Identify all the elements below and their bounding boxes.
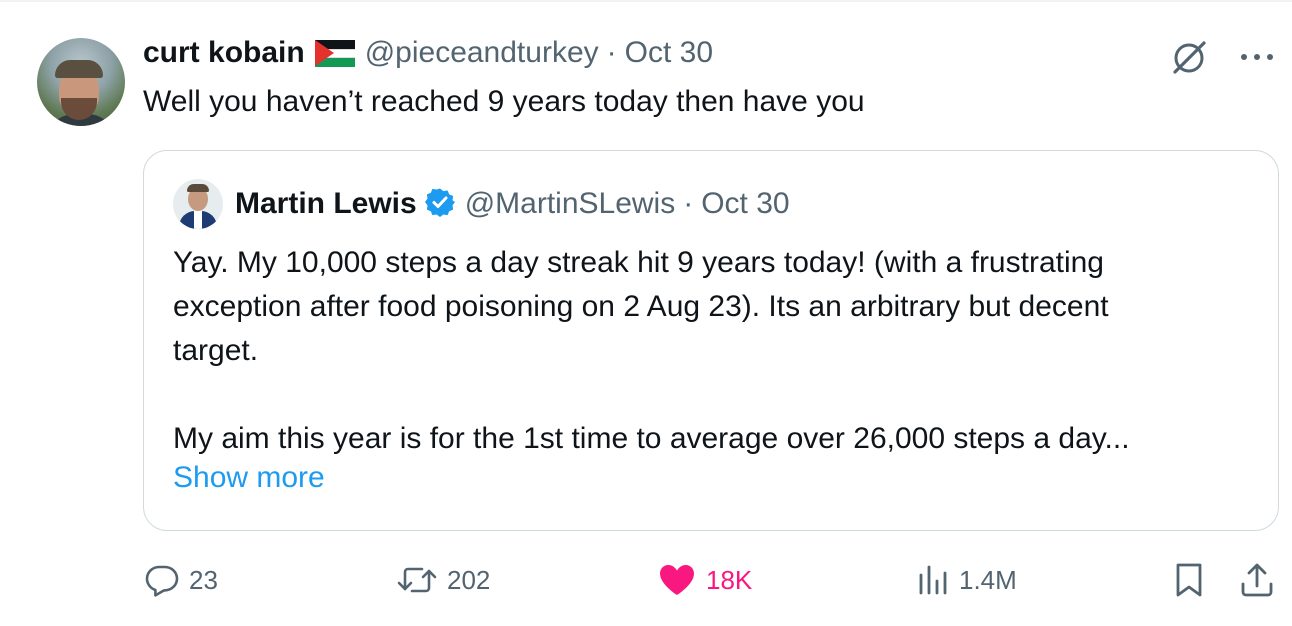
quoted-author-avatar[interactable] <box>173 179 223 229</box>
repost-icon <box>397 563 437 597</box>
quoted-author-handle[interactable]: @MartinSLewis <box>465 187 676 221</box>
quoted-tweet[interactable]: Martin Lewis @MartinSLewis · Oct 30 Yay.… <box>143 150 1279 531</box>
quoted-author-name[interactable]: Martin Lewis <box>235 187 417 221</box>
quoted-text-line: exception after food poisoning on 2 Aug … <box>173 290 1109 323</box>
quoted-text-line: My aim this year is for the 1st time to … <box>173 422 1130 455</box>
more-icon[interactable] <box>1240 52 1274 62</box>
tweet[interactable]: curt kobain @pieceandturkey · Oct 30 Wel… <box>0 0 1292 626</box>
share-icon <box>1240 562 1274 598</box>
grok-icon[interactable] <box>1168 36 1210 78</box>
like-button[interactable]: 18K <box>658 556 752 604</box>
bookmark-icon <box>1174 562 1204 598</box>
verified-badge-icon <box>424 187 455 222</box>
reply-button[interactable]: 23 <box>145 556 218 604</box>
author-handle[interactable]: @pieceandturkey <box>365 36 599 70</box>
reply-icon <box>145 563 179 597</box>
tweet-actions-bar: 23 202 18K 1.4M <box>0 556 1292 604</box>
quoted-date[interactable]: Oct 30 <box>701 187 789 221</box>
show-more-link[interactable]: Show more <box>173 461 325 495</box>
views-button[interactable]: 1.4M <box>917 556 1017 604</box>
views-icon <box>917 563 949 597</box>
reply-count: 23 <box>189 564 218 595</box>
like-icon <box>658 563 696 597</box>
tweet-text: Well you haven’t reached 9 years today t… <box>143 85 865 118</box>
author-avatar[interactable] <box>37 38 125 126</box>
tweet-header: curt kobain @pieceandturkey · Oct 30 <box>143 33 713 73</box>
quoted-header-separator: · <box>683 187 694 220</box>
quoted-text: Yay. My 10,000 steps a day streak hit 9 … <box>173 241 1263 461</box>
header-separator: · <box>606 36 617 69</box>
like-count: 18K <box>706 564 753 595</box>
repost-button[interactable]: 202 <box>397 556 490 604</box>
views-count: 1.4M <box>959 564 1017 595</box>
quoted-header: Martin Lewis @MartinSLewis · Oct 30 <box>173 179 790 229</box>
share-button[interactable] <box>1240 556 1274 604</box>
author-name[interactable]: curt kobain <box>143 36 305 70</box>
avatar-cap <box>55 60 103 78</box>
tweet-top-actions <box>1168 36 1274 78</box>
tweet-date[interactable]: Oct 30 <box>625 36 713 70</box>
quoted-text-line: Yay. My 10,000 steps a day streak hit 9 … <box>173 246 1104 279</box>
palestine-flag-icon <box>314 39 355 67</box>
quoted-text-line: target. <box>173 334 259 367</box>
repost-count: 202 <box>447 564 491 595</box>
bookmark-button[interactable] <box>1174 556 1204 604</box>
